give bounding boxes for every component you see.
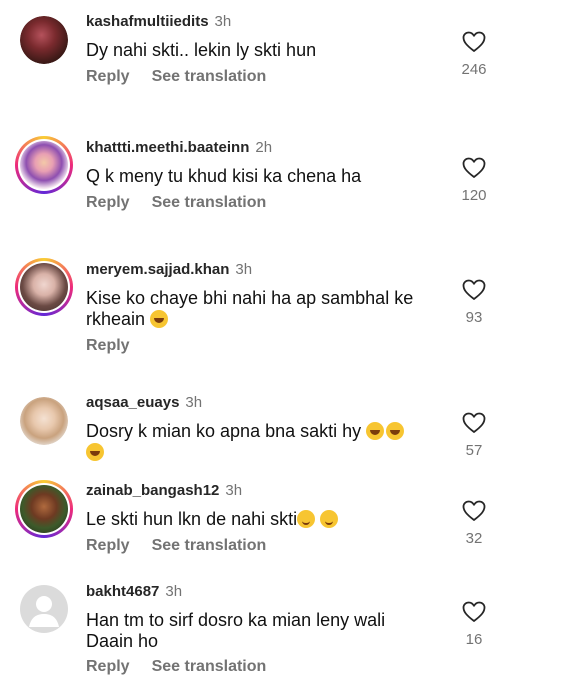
comment-actions: Reply See translation [86, 68, 288, 86]
heart-outline-icon [462, 279, 486, 300]
heart-outline-icon [462, 157, 486, 178]
comment-meta: bakht4687 3h [86, 583, 182, 600]
like-count: 16 [465, 631, 483, 648]
comment-meta: khattti.meethi.baateinn 2h [86, 139, 272, 156]
like-count: 246 [461, 61, 487, 78]
comment-text: Q k meny tu khud kisi ka chena ha [86, 166, 362, 186]
like-button[interactable] [460, 412, 488, 434]
see-translation-button[interactable]: See translation [152, 537, 267, 554]
username[interactable]: bakht4687 [86, 583, 159, 600]
reply-button[interactable]: Reply [86, 537, 130, 554]
comment-actions: Reply [86, 337, 152, 355]
heart-outline-icon [462, 500, 486, 521]
laughing-emoji-icon [86, 443, 104, 461]
comment-meta: zainab_bangash12 3h [86, 482, 242, 499]
see-translation-button[interactable]: See translation [152, 658, 267, 675]
timestamp: 3h [185, 394, 203, 411]
like-count: 57 [465, 442, 483, 459]
username[interactable]: khattti.meethi.baateinn [86, 139, 249, 156]
heart-outline-icon [462, 601, 486, 622]
reply-button[interactable]: Reply [86, 337, 130, 354]
like-button[interactable] [460, 279, 488, 301]
reply-button[interactable]: Reply [86, 68, 130, 85]
see-translation-button[interactable]: See translation [152, 68, 267, 85]
comment-actions: Reply See translation [86, 658, 288, 676]
laughing-emoji-icon [366, 422, 385, 440]
like-button[interactable] [460, 157, 488, 179]
comment-text-line2: rkheain [86, 309, 146, 329]
smiling-emoji-icon [320, 510, 339, 528]
avatar[interactable] [15, 136, 73, 194]
smiling-emoji-icon [297, 510, 316, 528]
comment-meta: kashafmultiiedits 3h [86, 13, 231, 30]
timestamp: 3h [235, 261, 253, 278]
like-button[interactable] [460, 601, 488, 623]
avatar[interactable] [15, 258, 73, 316]
comment-text-line1: Le skti hun lkn de nahi skti [86, 509, 298, 529]
avatar[interactable] [20, 397, 68, 445]
timestamp: 3h [214, 13, 232, 30]
comment-text-line1: Kise ko chaye bhi nahi ha ap sambhal ke [86, 288, 414, 308]
laughing-emoji-icon [150, 310, 169, 328]
comment-text: Le skti hun lkn de nahi skti [86, 509, 436, 530]
see-translation-button[interactable]: See translation [152, 194, 267, 211]
reply-button[interactable]: Reply [86, 658, 130, 675]
comment-meta: meryem.sajjad.khan 3h [86, 261, 252, 278]
comment-text-line2: Daain ho [86, 631, 159, 651]
timestamp: 3h [165, 583, 183, 600]
reply-button[interactable]: Reply [86, 194, 130, 211]
like-button[interactable] [460, 31, 488, 53]
comment-text: Dosry k mian ko apna bna sakti hy [86, 421, 436, 463]
username[interactable]: zainab_bangash12 [86, 482, 219, 499]
username[interactable]: kashafmultiiedits [86, 13, 209, 30]
comment-meta: aqsaa_euays 3h [86, 394, 202, 411]
default-avatar-icon [29, 596, 59, 627]
avatar[interactable] [15, 480, 73, 538]
heart-outline-icon [462, 412, 486, 433]
timestamp: 2h [255, 139, 273, 156]
like-count: 93 [465, 309, 483, 326]
timestamp: 3h [225, 482, 243, 499]
comment-actions: Reply See translation [86, 537, 288, 555]
like-button[interactable] [460, 500, 488, 522]
laughing-emoji-icon [386, 422, 405, 440]
like-count: 32 [465, 530, 483, 547]
comment-text: Kise ko chaye bhi nahi ha ap sambhal ke … [86, 288, 436, 330]
username[interactable]: aqsaa_euays [86, 394, 179, 411]
avatar[interactable] [20, 16, 68, 64]
comment-actions: Reply See translation [86, 194, 288, 212]
comment-text-line1: Han tm to sirf dosro ka mian leny wali [86, 610, 386, 630]
avatar[interactable] [20, 585, 68, 633]
like-count: 120 [461, 187, 487, 204]
username[interactable]: meryem.sajjad.khan [86, 261, 229, 278]
comment-text-line1: Dosry k mian ko apna bna sakti hy [86, 421, 362, 441]
heart-outline-icon [462, 31, 486, 52]
comment-text: Han tm to sirf dosro ka mian leny wali D… [86, 610, 436, 652]
comment-text: Dy nahi skti.. lekin ly skti hun [86, 40, 317, 60]
